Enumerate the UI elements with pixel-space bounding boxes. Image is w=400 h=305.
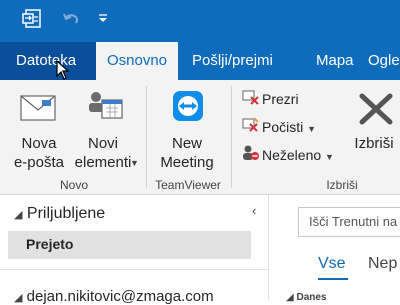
expand-icon: ◢ [14,292,23,304]
new-items-icon [86,90,124,131]
collapse-pane-icon[interactable]: ‹ [252,203,256,218]
ignore-label: Prezri [262,91,299,107]
new-email-button[interactable]: Nova e-pošta [8,84,70,172]
filter-unread-tab[interactable]: Nep [368,255,397,273]
delete-button[interactable]: Izbriši [348,84,400,172]
new-email-label-1: Nova [21,135,57,152]
delete-icon [358,92,394,131]
title-bar [0,0,400,42]
group-today-label: Danes [296,292,327,303]
group-divider [231,86,232,188]
customize-quick-access-icon[interactable] [96,12,110,31]
expand-icon: ◢ [14,209,23,221]
account-label: dejan.nikitovic@zmaga.com [26,288,214,305]
new-meeting-label-1: New [171,135,202,152]
active-tab-indicator [318,278,348,280]
delete-label: Izbriši [354,135,394,152]
tab-view[interactable]: Ogle [368,42,400,80]
folder-pane: ◢ Priljubljene ‹ Prejeto ◢ dejan.nikitov… [0,195,269,305]
group-label-new: Novo [59,178,88,192]
favorites-label: Priljubljene [26,205,106,222]
account-header[interactable]: ◢ dejan.nikitovic@zmaga.com [14,288,214,305]
tab-file[interactable]: Datoteka [0,42,96,80]
undo-icon[interactable] [60,8,82,35]
junk-icon [242,145,262,167]
ignore-icon [242,89,262,111]
clean-up-button[interactable]: Počisti ▼ [242,116,316,138]
new-email-icon [20,92,56,127]
chevron-down-icon: ▼ [130,158,139,168]
ribbon-tabs: Datoteka Osnovno Pošlji/prejmi Mapa Ogle [0,42,400,80]
clean-up-label: Počisti [262,119,304,135]
search-input[interactable]: Išči Trenutni na [298,207,400,237]
filter-all-tab[interactable]: Vse [318,255,346,273]
ignore-button[interactable]: Prezri [242,88,299,110]
folder-inbox-label: Prejeto [26,236,74,252]
chevron-down-icon: ▼ [325,152,334,162]
send-receive-icon[interactable] [22,8,44,35]
new-email-label-2: e-pošta [13,154,65,171]
search-placeholder: Išči Trenutni na [309,214,398,229]
group-divider [146,86,147,188]
tab-send-receive[interactable]: Pošlji/prejmi [192,42,273,80]
group-label-teamviewer: TeamViewer [155,178,221,192]
ribbon: Nova e-pošta Novi elementi ▼ Novo New Me… [0,80,400,195]
clean-up-icon [242,117,262,139]
group-header-today[interactable]: ◢ Danes [286,292,326,303]
new-meeting-label-2: Meeting [160,154,214,171]
new-meeting-button[interactable]: New Meeting [152,84,222,172]
junk-label: Neželeno [262,147,322,163]
group-label-delete: Izbriši [326,178,358,192]
new-items-label-1: Novi [87,135,118,152]
chevron-down-icon: ▼ [307,124,317,134]
new-items-button[interactable]: Novi elementi ▼ [72,84,144,172]
teamviewer-icon [172,90,204,127]
junk-button[interactable]: Neželeno ▼ [242,144,334,166]
collapse-icon: ◢ [286,292,297,303]
tab-home[interactable]: Osnovno [96,42,178,80]
favorites-header[interactable]: ◢ Priljubljene [14,205,105,223]
folder-inbox[interactable]: Prejeto [8,231,251,259]
tab-folder[interactable]: Mapa [316,42,354,80]
new-items-label-2: elementi [74,154,132,171]
divider [0,269,268,270]
